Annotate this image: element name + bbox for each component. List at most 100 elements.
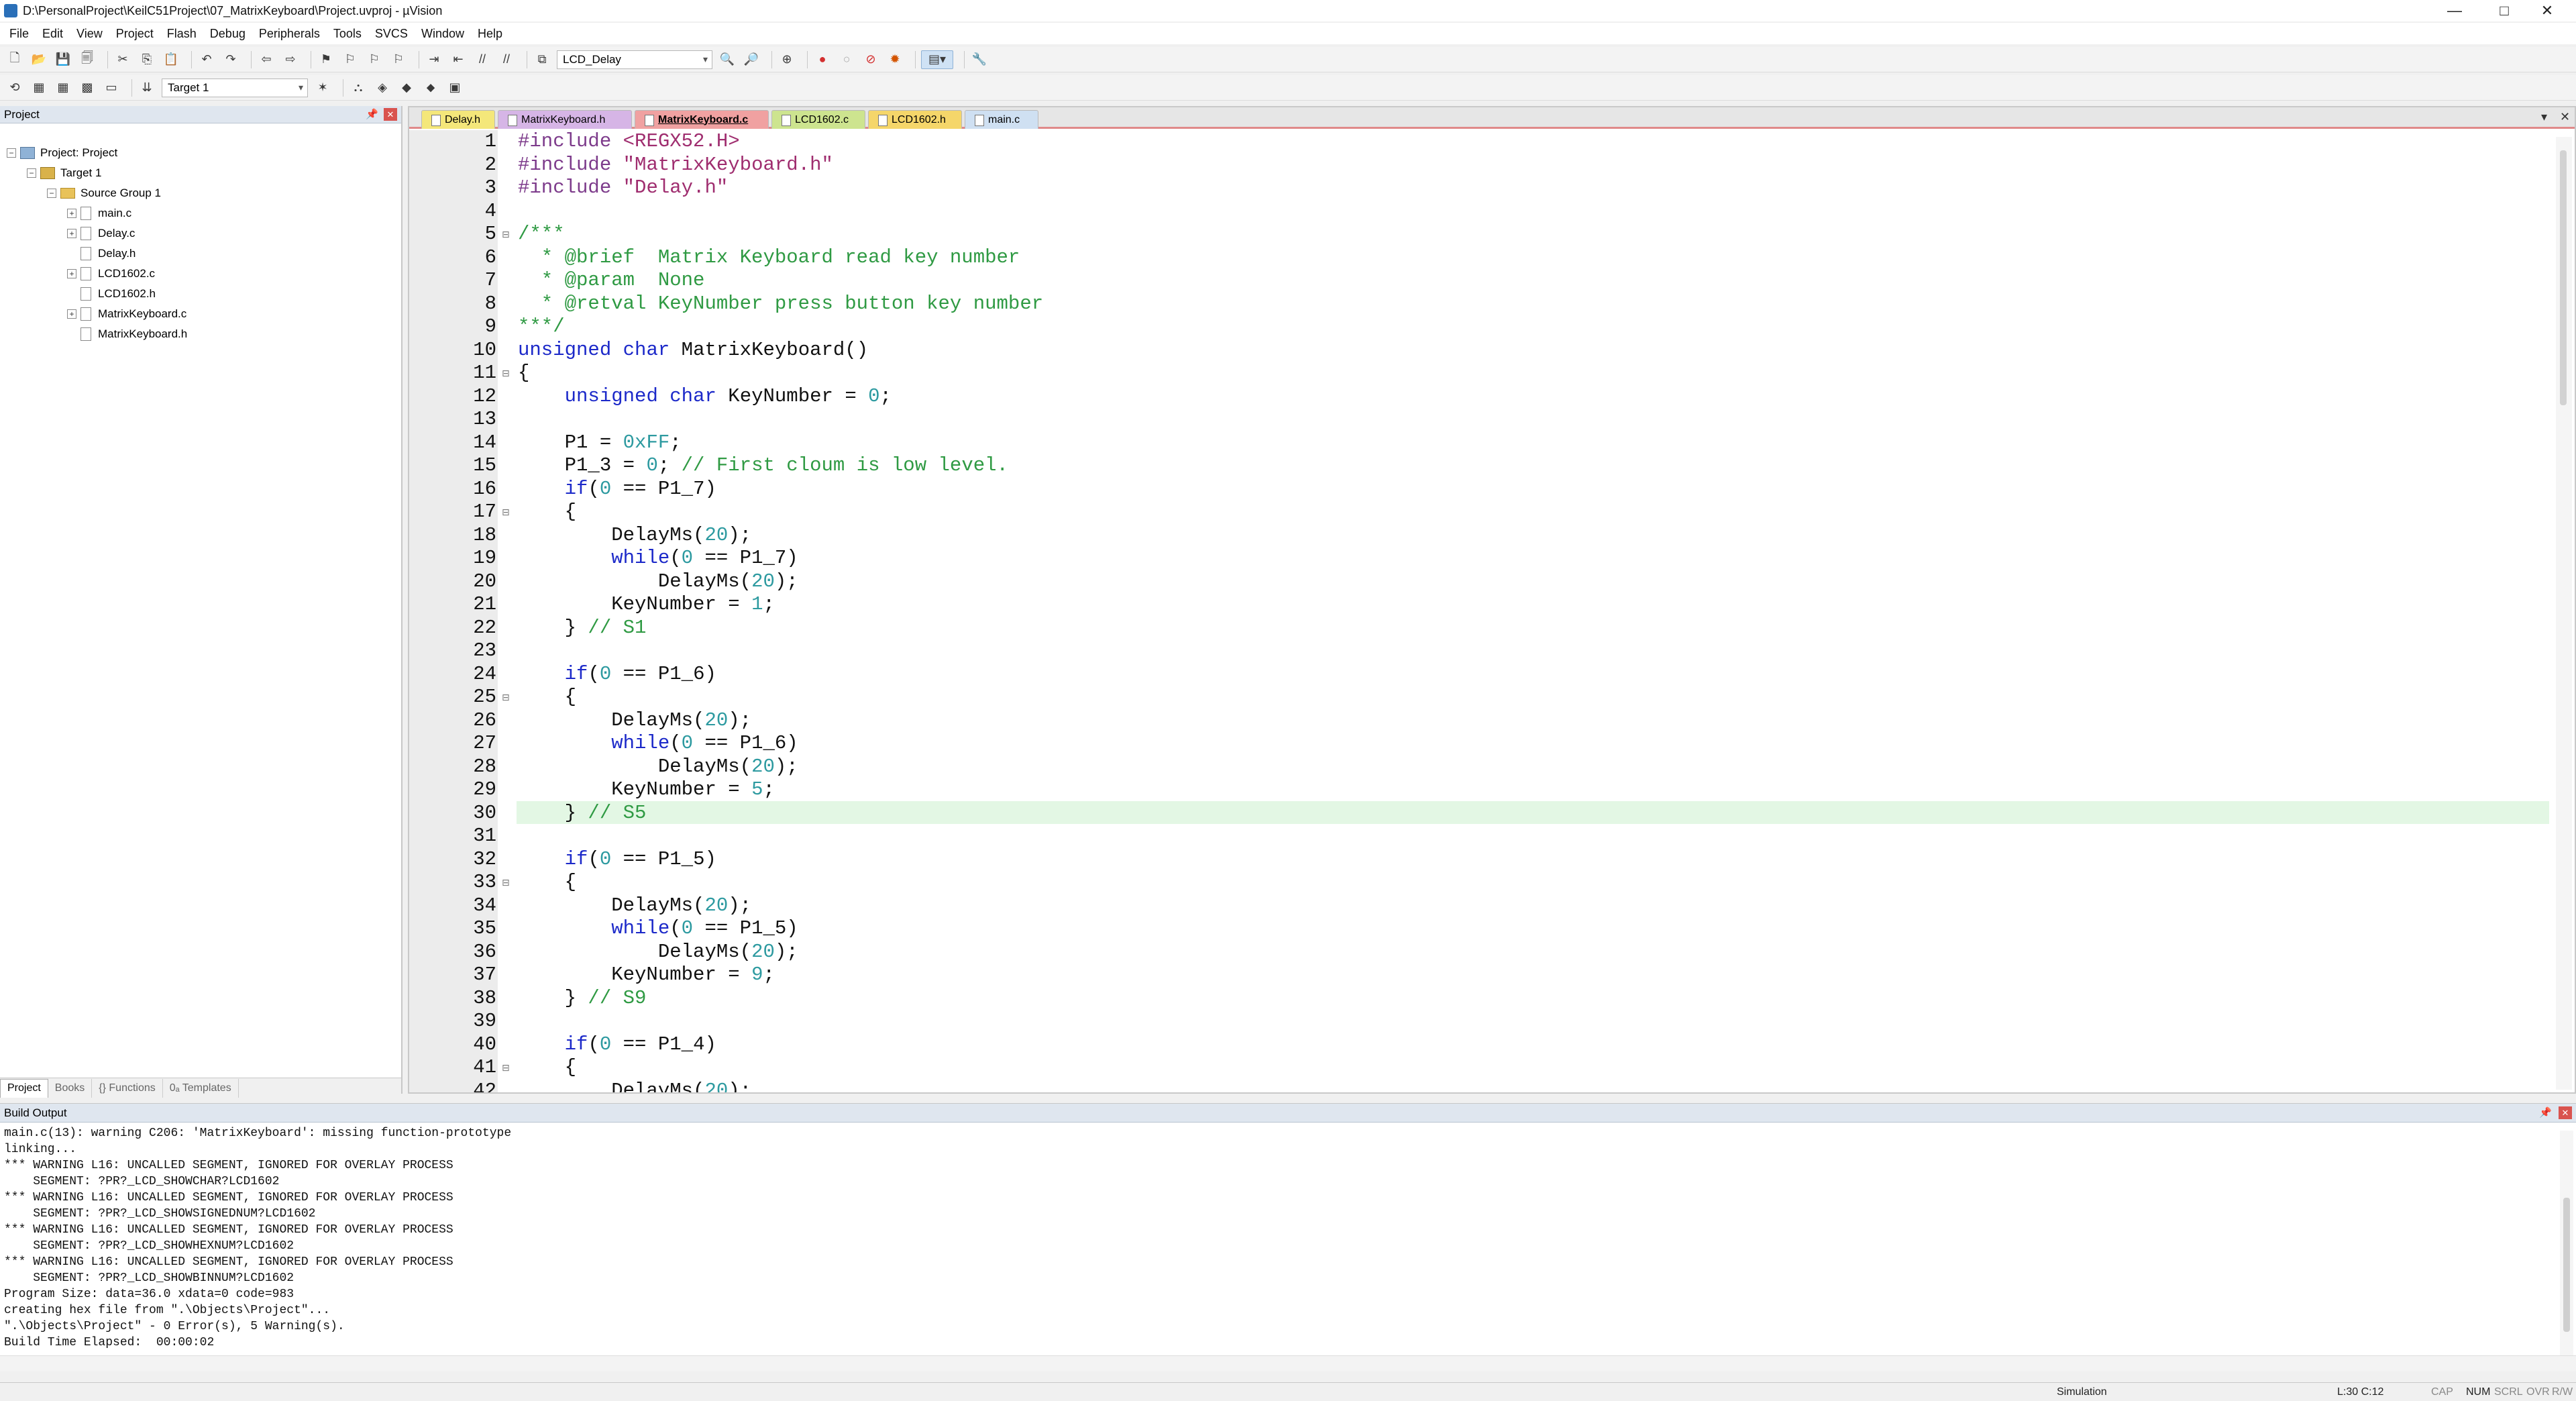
fold-icon[interactable]: ⊟	[502, 507, 510, 518]
collapse-icon[interactable]: −	[47, 189, 56, 198]
fold-icon[interactable]: ⊟	[502, 229, 510, 240]
debug-session-icon[interactable]: ⊕	[777, 50, 796, 69]
code-line[interactable]: P1 = 0xFF;	[518, 431, 682, 454]
code-line[interactable]: #include "Delay.h"	[518, 176, 728, 199]
code-line[interactable]: } // S1	[518, 617, 647, 639]
close-panel-icon[interactable]: ✕	[384, 108, 397, 121]
code-line[interactable]: unsigned char MatrixKeyboard()	[518, 339, 868, 362]
expand-icon[interactable]: +	[67, 269, 76, 278]
code-line[interactable]: {	[518, 1056, 576, 1079]
code-area[interactable]: 1 #include <REGX52.H> 2 #include "MatrixKey…	[409, 130, 2553, 1092]
code-line[interactable]: DelayMs(20);	[518, 524, 751, 547]
code-line[interactable]: DelayMs(20);	[518, 1080, 751, 1093]
tab-functions[interactable]: {} Functions	[92, 1078, 163, 1098]
tree-item-target[interactable]: − Target 1	[27, 164, 101, 183]
code-line[interactable]: unsigned char KeyNumber = 0;	[518, 385, 892, 408]
code-line[interactable]: #include <REGX52.H>	[518, 130, 740, 153]
code-line[interactable]: {	[518, 686, 576, 709]
code-line[interactable]: } // S9	[518, 987, 647, 1010]
fold-icon[interactable]: ⊟	[502, 1062, 510, 1074]
code-line[interactable]: if(0 == P1_5)	[518, 848, 716, 871]
collapse-icon[interactable]: −	[7, 148, 16, 158]
uncomment-icon[interactable]: //	[497, 50, 516, 69]
select-packs-icon[interactable]: ◆	[397, 79, 416, 97]
tab-lcd1602-h[interactable]: LCD1602.h	[868, 110, 962, 129]
fold-icon[interactable]: ⊟	[502, 692, 510, 703]
breakpoint-disable-icon[interactable]: ○	[837, 50, 856, 69]
tree-item-file[interactable]: + LCD1602.c	[67, 264, 155, 283]
expand-icon[interactable]: +	[67, 309, 76, 319]
new-file-icon[interactable]: 🗋	[5, 50, 24, 69]
tree-item-source-group[interactable]: − Source Group 1	[47, 184, 161, 203]
menu-peripherals[interactable]: Peripherals	[252, 27, 327, 41]
code-line[interactable]: {	[518, 501, 576, 523]
find-in-files-icon[interactable]: 🔎	[742, 50, 761, 69]
expand-icon[interactable]: +	[67, 229, 76, 238]
tab-list-icon[interactable]: ▾	[2541, 110, 2547, 124]
code-line[interactable]: while(0 == P1_6)	[518, 732, 798, 755]
indent-icon[interactable]: ⇥	[425, 50, 443, 69]
paste-icon[interactable]: 📋	[162, 50, 180, 69]
pin-icon[interactable]: 📌	[2539, 1106, 2552, 1119]
close-panel-icon[interactable]: ✕	[2559, 1106, 2572, 1119]
menu-flash[interactable]: Flash	[160, 27, 203, 41]
code-line[interactable]: KeyNumber = 9;	[518, 964, 775, 986]
download-icon[interactable]: ⇊	[138, 79, 156, 97]
code-line[interactable]: * @retval KeyNumber press button key num…	[518, 293, 1043, 315]
menu-tools[interactable]: Tools	[327, 27, 368, 41]
code-line[interactable]: } // S5	[518, 802, 647, 825]
code-line[interactable]: if(0 == P1_6)	[518, 663, 716, 686]
tree-item-file[interactable]: Delay.h	[80, 244, 136, 263]
rebuild-icon[interactable]: ▦	[54, 79, 72, 97]
tab-lcd1602-c[interactable]: LCD1602.c	[771, 110, 865, 129]
pack-installer-icon[interactable]: ⬥	[421, 79, 440, 97]
tree-item-project[interactable]: − Project: Project	[7, 144, 117, 162]
code-line[interactable]: if(0 == P1_7)	[518, 478, 716, 501]
code-line[interactable]: KeyNumber = 5;	[518, 778, 775, 801]
code-line[interactable]: {	[518, 362, 529, 384]
save-icon[interactable]: 💾	[54, 50, 72, 69]
menu-debug[interactable]: Debug	[203, 27, 252, 41]
tree-item-file[interactable]: LCD1602.h	[80, 284, 156, 303]
tab-delay-h[interactable]: Delay.h	[421, 110, 495, 129]
translate-icon[interactable]: ⟲	[5, 79, 24, 97]
code-line[interactable]: DelayMs(20);	[518, 756, 798, 778]
breakpoint-insert-icon[interactable]: ●	[813, 50, 832, 69]
code-line[interactable]: while(0 == P1_7)	[518, 547, 798, 570]
code-line[interactable]: if(0 == P1_4)	[518, 1033, 716, 1056]
code-line[interactable]: while(0 == P1_5)	[518, 917, 798, 940]
breakpoint-kill-all-icon[interactable]: ✹	[885, 50, 904, 69]
code-line[interactable]: P1_3 = 0; // First cloum is low level.	[518, 454, 1008, 477]
collapse-icon[interactable]: −	[27, 168, 36, 178]
bookmark-prev-icon[interactable]: ⚐	[341, 50, 360, 69]
unindent-icon[interactable]: ⇤	[449, 50, 468, 69]
code-line[interactable]: KeyNumber = 1;	[518, 593, 775, 616]
navigate-forward-icon[interactable]: ⇨	[281, 50, 300, 69]
redo-icon[interactable]: ↷	[221, 50, 240, 69]
expand-icon[interactable]: +	[67, 209, 76, 218]
menu-help[interactable]: Help	[471, 27, 509, 41]
pin-icon[interactable]: 📌	[366, 108, 378, 120]
code-line[interactable]: /***	[518, 223, 565, 246]
batch-build-icon[interactable]: ▩	[78, 79, 97, 97]
comment-icon[interactable]: //	[473, 50, 492, 69]
undo-icon[interactable]: ↶	[197, 50, 216, 69]
open-file-icon[interactable]: 📂	[30, 50, 48, 69]
menu-file[interactable]: File	[3, 27, 36, 41]
menu-edit[interactable]: Edit	[36, 27, 70, 41]
scrollbar-thumb[interactable]	[2560, 150, 2567, 405]
close-tab-icon[interactable]: ✕	[2560, 110, 2570, 124]
code-line[interactable]: DelayMs(20);	[518, 941, 798, 964]
target-options-icon[interactable]: ✶	[313, 79, 332, 97]
build-icon[interactable]: ▦	[30, 79, 48, 97]
tab-project[interactable]: Project	[0, 1078, 48, 1098]
tab-matrixkeyboard-h[interactable]: MatrixKeyboard.h	[498, 110, 632, 129]
cut-icon[interactable]: ✂	[113, 50, 132, 69]
stop-build-icon[interactable]: ▭	[102, 79, 121, 97]
build-output-vertical-scrollbar[interactable]	[2560, 1131, 2573, 1359]
menu-window[interactable]: Window	[415, 27, 471, 41]
code-line[interactable]: {	[518, 871, 576, 894]
multi-project-icon[interactable]: ▣	[445, 79, 464, 97]
window-layout-icon[interactable]: ▤▾	[921, 50, 953, 69]
bookmark-toggle-icon[interactable]: ⚑	[317, 50, 335, 69]
